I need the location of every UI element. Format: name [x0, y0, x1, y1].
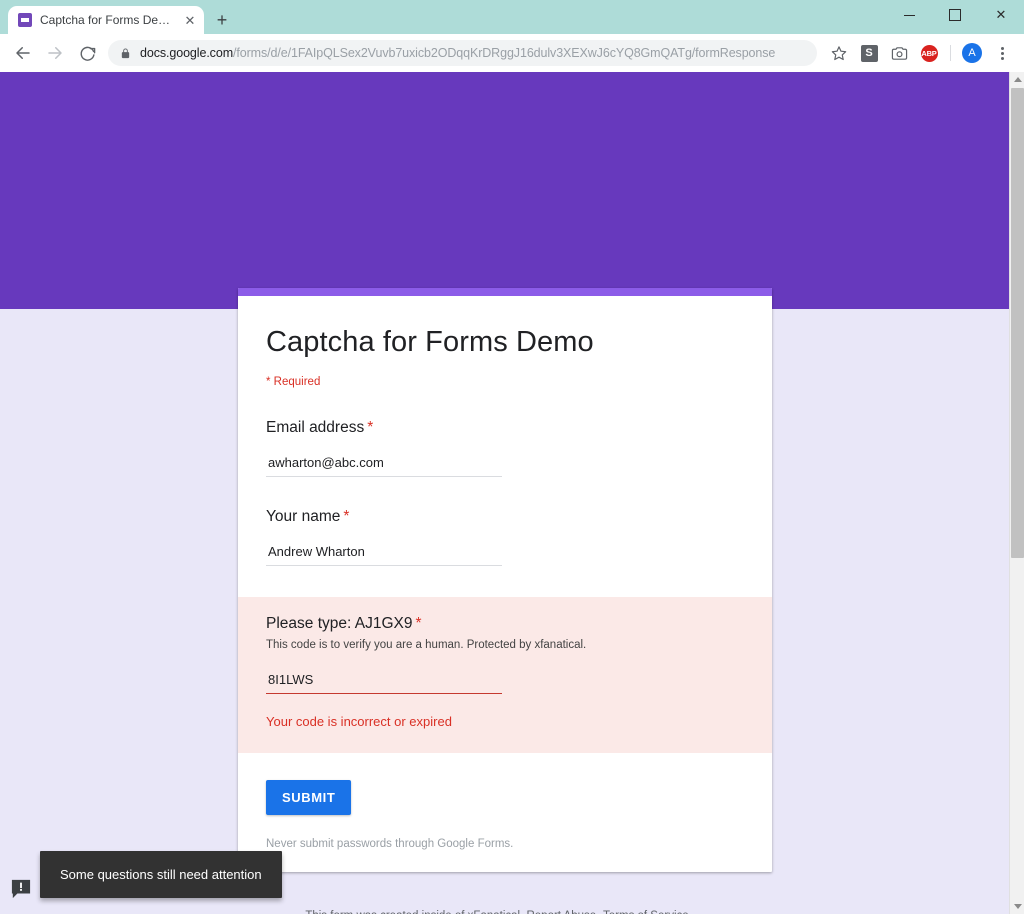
page-viewport: Captcha for Forms Demo * Required Email … [0, 72, 1024, 914]
report-abuse-link[interactable]: Report Abuse [526, 910, 596, 914]
name-field[interactable] [266, 544, 502, 566]
tab-title: Captcha for Forms Demo [40, 13, 174, 27]
form-banner [0, 72, 1009, 309]
form-card-accent-strip [238, 288, 772, 296]
address-bar[interactable]: docs.google.com/forms/d/e/1FAIpQLSex2Vuv… [108, 40, 817, 66]
name-label: Your name * [266, 508, 744, 526]
url-host: docs.google.com [140, 46, 234, 60]
lock-icon [121, 47, 130, 58]
email-field[interactable] [266, 455, 502, 477]
url-path: /forms/d/e/1FAIpQLSex2Vuvb7uxicb2ODqqKrD… [233, 46, 776, 60]
email-label: Email address * [266, 419, 744, 437]
back-icon[interactable] [8, 38, 38, 68]
kebab-menu-icon[interactable] [988, 39, 1016, 67]
adblock-label: ABP [920, 44, 938, 62]
extension-s-label: S [860, 44, 878, 62]
new-tab-button[interactable]: + [208, 6, 236, 34]
form-card: Captcha for Forms Demo * Required Email … [238, 288, 772, 872]
name-label-text: Your name [266, 508, 341, 525]
required-asterisk: * [415, 615, 422, 632]
browser-tab[interactable]: Captcha for Forms Demo ✕ [8, 6, 204, 34]
browser-titlebar: Captcha for Forms Demo ✕ + ✕ [0, 0, 1024, 34]
browser-toolbar: docs.google.com/forms/d/e/1FAIpQLSex2Vuv… [0, 34, 1024, 72]
footer-text: This form was created inside of xFanatic… [0, 910, 994, 914]
captcha-field[interactable] [266, 672, 502, 694]
vertical-scrollbar[interactable] [1009, 72, 1024, 914]
page-title: Captcha for Forms Demo [266, 326, 594, 358]
question-captcha: Please type: AJ1GX9 * This code is to ver… [238, 597, 772, 753]
adblock-plus-icon[interactable]: ABP [915, 39, 943, 67]
page-content: Captcha for Forms Demo * Required Email … [0, 72, 1009, 914]
scroll-down-arrow[interactable] [1010, 899, 1024, 914]
question-email: Email address * [238, 419, 772, 477]
scrollbar-thumb[interactable] [1011, 88, 1024, 558]
camera-icon[interactable] [885, 39, 913, 67]
toolbar-divider [950, 45, 951, 61]
captcha-help-text: This code is to verify you are a human. … [266, 639, 587, 651]
google-forms-favicon [18, 13, 32, 27]
submit-button[interactable]: SUBMIT [266, 780, 352, 815]
scroll-up-arrow[interactable] [1010, 72, 1024, 87]
required-asterisk: * [367, 419, 374, 436]
avatar[interactable]: A [958, 39, 986, 67]
required-note: * Required [266, 376, 321, 388]
required-asterisk: * [343, 508, 350, 525]
kebab-dots [1000, 46, 1004, 60]
question-name: Your name * [238, 508, 772, 566]
tab-strip: Captcha for Forms Demo ✕ + [0, 6, 236, 34]
close-tab-icon[interactable]: ✕ [182, 12, 198, 28]
captcha-error-message: Your code is incorrect or expired [266, 714, 452, 729]
captcha-label-text: Please type: AJ1GX9 [266, 615, 413, 632]
feedback-icon[interactable] [10, 879, 32, 899]
submit-row: SUBMIT [238, 753, 772, 815]
terms-of-service-link[interactable]: Terms of Service [603, 910, 689, 914]
extension-s-button[interactable]: S [855, 39, 883, 67]
avatar-initial: A [962, 43, 982, 63]
minimize-window-button[interactable] [886, 0, 932, 30]
never-submit-passwords-note: Never submit passwords through Google Fo… [266, 838, 514, 850]
maximize-window-button[interactable] [932, 0, 978, 30]
page-footer: This form was created inside of xFanatic… [0, 910, 994, 914]
captcha-label: Please type: AJ1GX9 * [266, 615, 744, 633]
browser-window: Captcha for Forms Demo ✕ + ✕ docs.google… [0, 0, 1024, 914]
footer-separator: - [596, 910, 600, 914]
star-icon[interactable] [825, 39, 853, 67]
footer-created-text: This form was created inside of xFanatic… [305, 910, 523, 914]
toast-notification: Some questions still need attention [40, 851, 282, 898]
close-window-button[interactable]: ✕ [978, 0, 1024, 30]
reload-icon[interactable] [72, 38, 102, 68]
toolbar-actions: S ABP A [825, 39, 1016, 67]
forward-icon[interactable] [40, 38, 70, 68]
url-text: docs.google.com/forms/d/e/1FAIpQLSex2Vuv… [140, 46, 775, 60]
email-label-text: Email address [266, 419, 365, 436]
window-controls: ✕ [886, 0, 1024, 30]
